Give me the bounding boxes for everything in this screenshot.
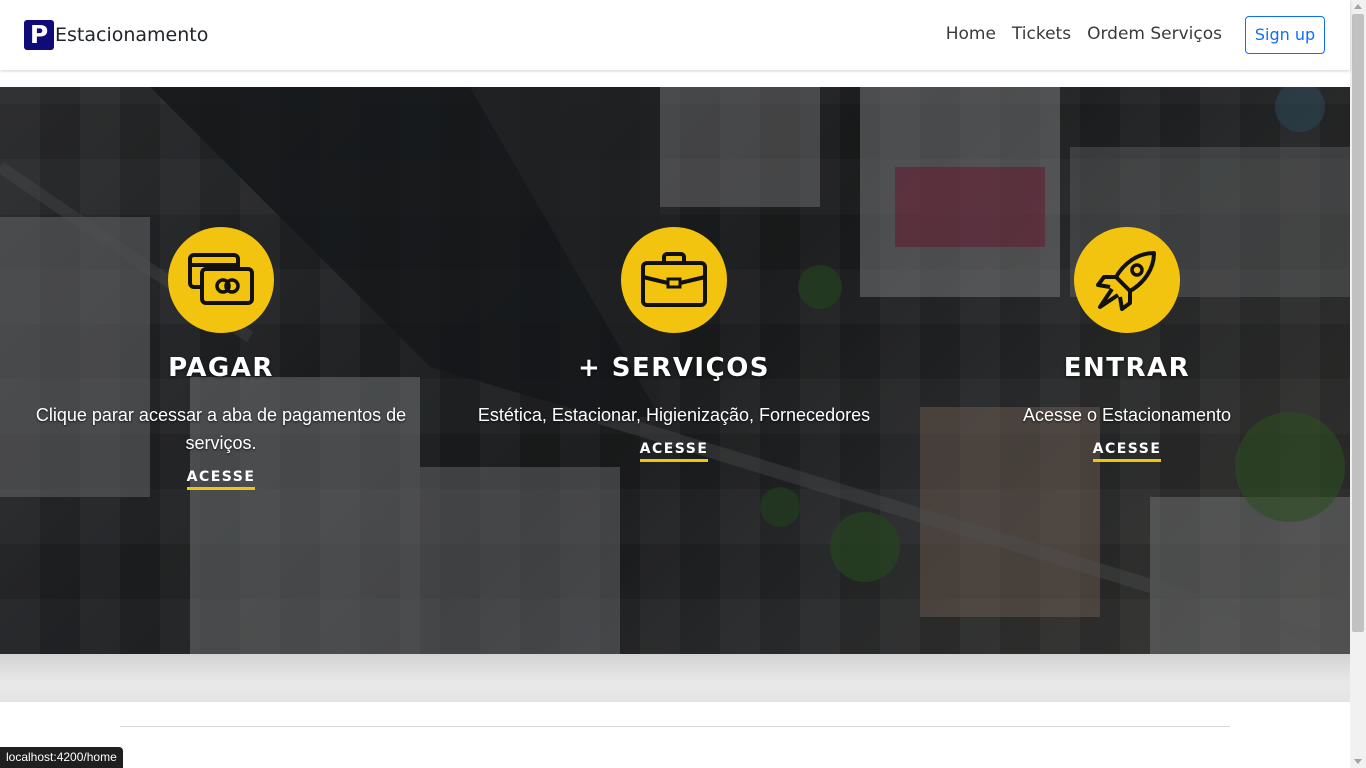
feature-title: + SERVIÇOS: [577, 353, 771, 383]
parking-logo-icon: P: [24, 20, 54, 50]
nav-links: Home Tickets Ordem Serviços: [946, 24, 1222, 44]
briefcase-icon: [641, 252, 707, 307]
acesse-link-pagar[interactable]: ACESSE: [186, 469, 256, 490]
feature-icon-circle: [168, 227, 274, 333]
hero-section: PAGAR Clique parar acessar a aba de paga…: [0, 87, 1350, 654]
acesse-link-servicos[interactable]: ACESSE: [639, 441, 709, 462]
brand-name: Estacionamento: [55, 24, 209, 46]
acesse-link-entrar[interactable]: ACESSE: [1092, 441, 1162, 462]
feature-icon-circle: [621, 227, 727, 333]
feature-title: PAGAR: [168, 353, 274, 383]
feature-pagar: PAGAR Clique parar acessar a aba de paga…: [11, 227, 431, 490]
nav-link-tickets[interactable]: Tickets: [1012, 24, 1071, 44]
feature-icon-circle: [1074, 227, 1180, 333]
scroll-down-arrow-icon[interactable]: [1354, 759, 1362, 764]
feature-description: Clique parar acessar a aba de pagamentos…: [35, 405, 407, 453]
feature-description: Acesse o Estacionamento: [1022, 405, 1232, 425]
page-scrollbar[interactable]: [1350, 0, 1366, 768]
page: P Estacionamento Home Tickets Ordem Serv…: [0, 0, 1366, 768]
rocket-icon: [1096, 251, 1156, 311]
nav-link-home[interactable]: Home: [946, 24, 996, 44]
nav-link-ordem-servicos[interactable]: Ordem Serviços: [1087, 24, 1222, 44]
scrollbar-thumb[interactable]: [1352, 14, 1364, 632]
feature-description: Estética, Estacionar, Higienização, Forn…: [477, 405, 871, 425]
top-navbar: P Estacionamento Home Tickets Ordem Serv…: [0, 0, 1350, 70]
credit-cards-icon: [188, 253, 254, 305]
signup-button[interactable]: Sign up: [1245, 16, 1325, 54]
feature-entrar: ENTRAR Acesse o Estacionamento ACESSE: [917, 227, 1337, 462]
feature-title: ENTRAR: [1063, 353, 1191, 383]
brand-home-link[interactable]: P Estacionamento: [24, 20, 208, 50]
horizontal-rule: [120, 726, 1230, 727]
section-divider-band: [0, 654, 1350, 702]
scroll-up-arrow-icon[interactable]: [1354, 4, 1362, 9]
feature-servicos: + SERVIÇOS Estética, Estacionar, Higieni…: [464, 227, 884, 462]
link-status-url: localhost:4200/home: [0, 747, 123, 768]
